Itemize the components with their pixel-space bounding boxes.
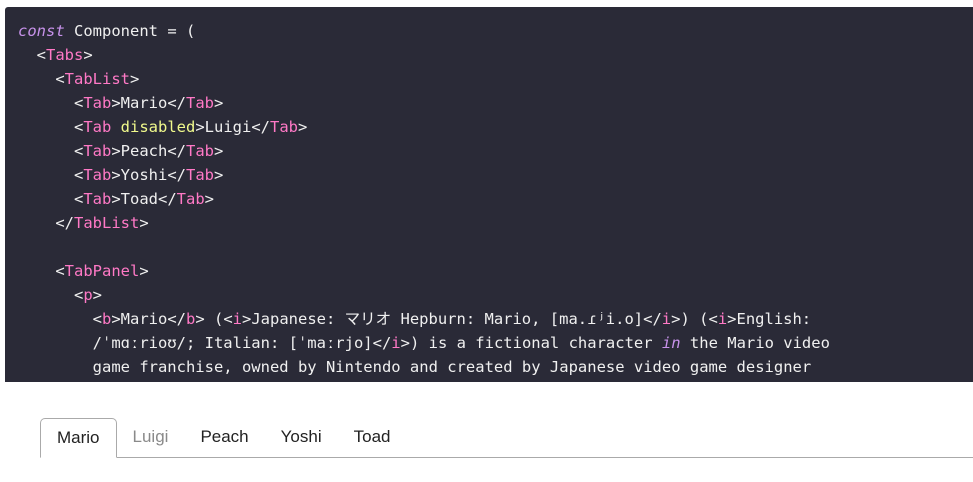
code-line: <Tab disabled>Luigi</Tab> (18, 115, 830, 139)
code-token-tag: Tab (185, 94, 214, 112)
tab-mario[interactable]: Mario (40, 418, 117, 458)
code-token: > (92, 286, 103, 304)
code-listing: const Component = ( <Tabs> <TabList> <Ta… (18, 19, 830, 379)
code-token: >Peach</ (111, 142, 186, 160)
code-token: < (18, 94, 84, 112)
code-token-tag: p (83, 286, 93, 304)
code-token-tag: Tab (83, 94, 112, 112)
code-token-tag: Tab (83, 142, 112, 160)
code-token: < (18, 70, 65, 88)
code-token-tag: Tab (83, 166, 112, 184)
code-token-tag: Tab (185, 166, 214, 184)
code-line: <TabPanel> (18, 259, 830, 283)
code-token-attr: disabled (120, 118, 196, 136)
code-token: > (213, 142, 224, 160)
code-token: the Mario video (680, 334, 830, 352)
code-block: const Component = ( <Tabs> <TabList> <Ta… (5, 7, 973, 382)
code-line: <Tab>Mario</Tab> (18, 91, 830, 115)
code-line: <Tab>Toad</Tab> (18, 187, 830, 211)
code-token: > (213, 94, 224, 112)
code-line: game franchise, owned by Nintendo and cr… (18, 355, 830, 379)
code-token-kw: in (661, 334, 681, 352)
code-token: > (204, 190, 214, 208)
code-token: < (18, 142, 84, 160)
code-token: >) (< (671, 310, 718, 328)
code-token: < (18, 166, 84, 184)
tab-panel-preview (40, 478, 973, 482)
code-token-tag: i (717, 310, 728, 328)
code-token: > (130, 70, 140, 88)
code-token: >English: (727, 310, 812, 328)
tab-toad[interactable]: Toad (338, 418, 407, 456)
code-token-tag: Tabs (46, 46, 84, 64)
code-token: game franchise, owned by Nintendo and cr… (18, 358, 812, 376)
code-line: <Tabs> (18, 43, 830, 67)
code-token: Component = ( (64, 22, 196, 40)
code-token: /ˈmɑːrioʊ/; Italian: [ˈmaːrjo]</ (18, 334, 392, 352)
code-token: >Toad</ (111, 190, 177, 208)
code-line: <p> (18, 283, 830, 307)
code-token: >Mario</ (111, 94, 186, 112)
code-token-tag: TabList (64, 70, 130, 88)
code-token: </ (18, 214, 74, 232)
code-token: < (18, 310, 102, 328)
code-token: > (< (195, 310, 233, 328)
code-line: <b>Mario</b> (<i>Japanese: マリオ Hepburn: … (18, 307, 830, 331)
code-token: > (139, 262, 149, 280)
code-token: < (18, 286, 84, 304)
top-gutter (0, 0, 973, 7)
code-token-tag: i (661, 310, 672, 328)
code-token-tag: Tab (185, 142, 214, 160)
code-token: > (139, 214, 149, 232)
code-line: <TabList> (18, 67, 830, 91)
code-token: < (18, 262, 65, 280)
code-token-kw: const (18, 22, 65, 40)
code-token: >Luigi</ (195, 118, 270, 136)
code-token-tag: Tab (269, 118, 298, 136)
tab-luigi: Luigi (132, 427, 169, 446)
code-line: const Component = ( (18, 19, 830, 43)
code-token: >Yoshi</ (111, 166, 186, 184)
code-token: > (213, 166, 224, 184)
tabs-demo: Mario Luigi Peach Yoshi Toad (0, 382, 973, 482)
code-token-tag: Tab (176, 190, 205, 208)
code-token-tag: i (232, 310, 243, 328)
code-token: > (83, 46, 93, 64)
code-token-tag: TabList (74, 214, 140, 232)
code-token: < (18, 190, 84, 208)
code-token: < (18, 46, 46, 64)
code-token-tag: b (186, 310, 196, 328)
code-token-tag: Tab (83, 118, 112, 136)
code-line: <Tab>Yoshi</Tab> (18, 163, 830, 187)
tab-peach[interactable]: Peach (184, 418, 264, 456)
code-token-tag: Tab (83, 190, 112, 208)
code-token-tag: TabPanel (64, 262, 140, 280)
code-token: < (18, 118, 84, 136)
code-token: >Mario</ (111, 310, 186, 328)
code-token: >Japanese: マリオ Hepburn: Mario, [ma.ɾʲi.o… (242, 310, 662, 328)
code-token: > (297, 118, 308, 136)
code-line: </TabList> (18, 211, 830, 235)
code-line: /ˈmɑːrioʊ/; Italian: [ˈmaːrjo]</i>) is a… (18, 331, 830, 355)
code-token-tag: i (391, 334, 401, 352)
code-line: <Tab>Peach</Tab> (18, 139, 830, 163)
code-token: >) is a fictional character (400, 334, 662, 352)
tab-yoshi[interactable]: Yoshi (265, 418, 338, 456)
tab-list: Mario Luigi Peach Yoshi Toad (40, 418, 973, 458)
code-token-tag: b (102, 310, 112, 328)
